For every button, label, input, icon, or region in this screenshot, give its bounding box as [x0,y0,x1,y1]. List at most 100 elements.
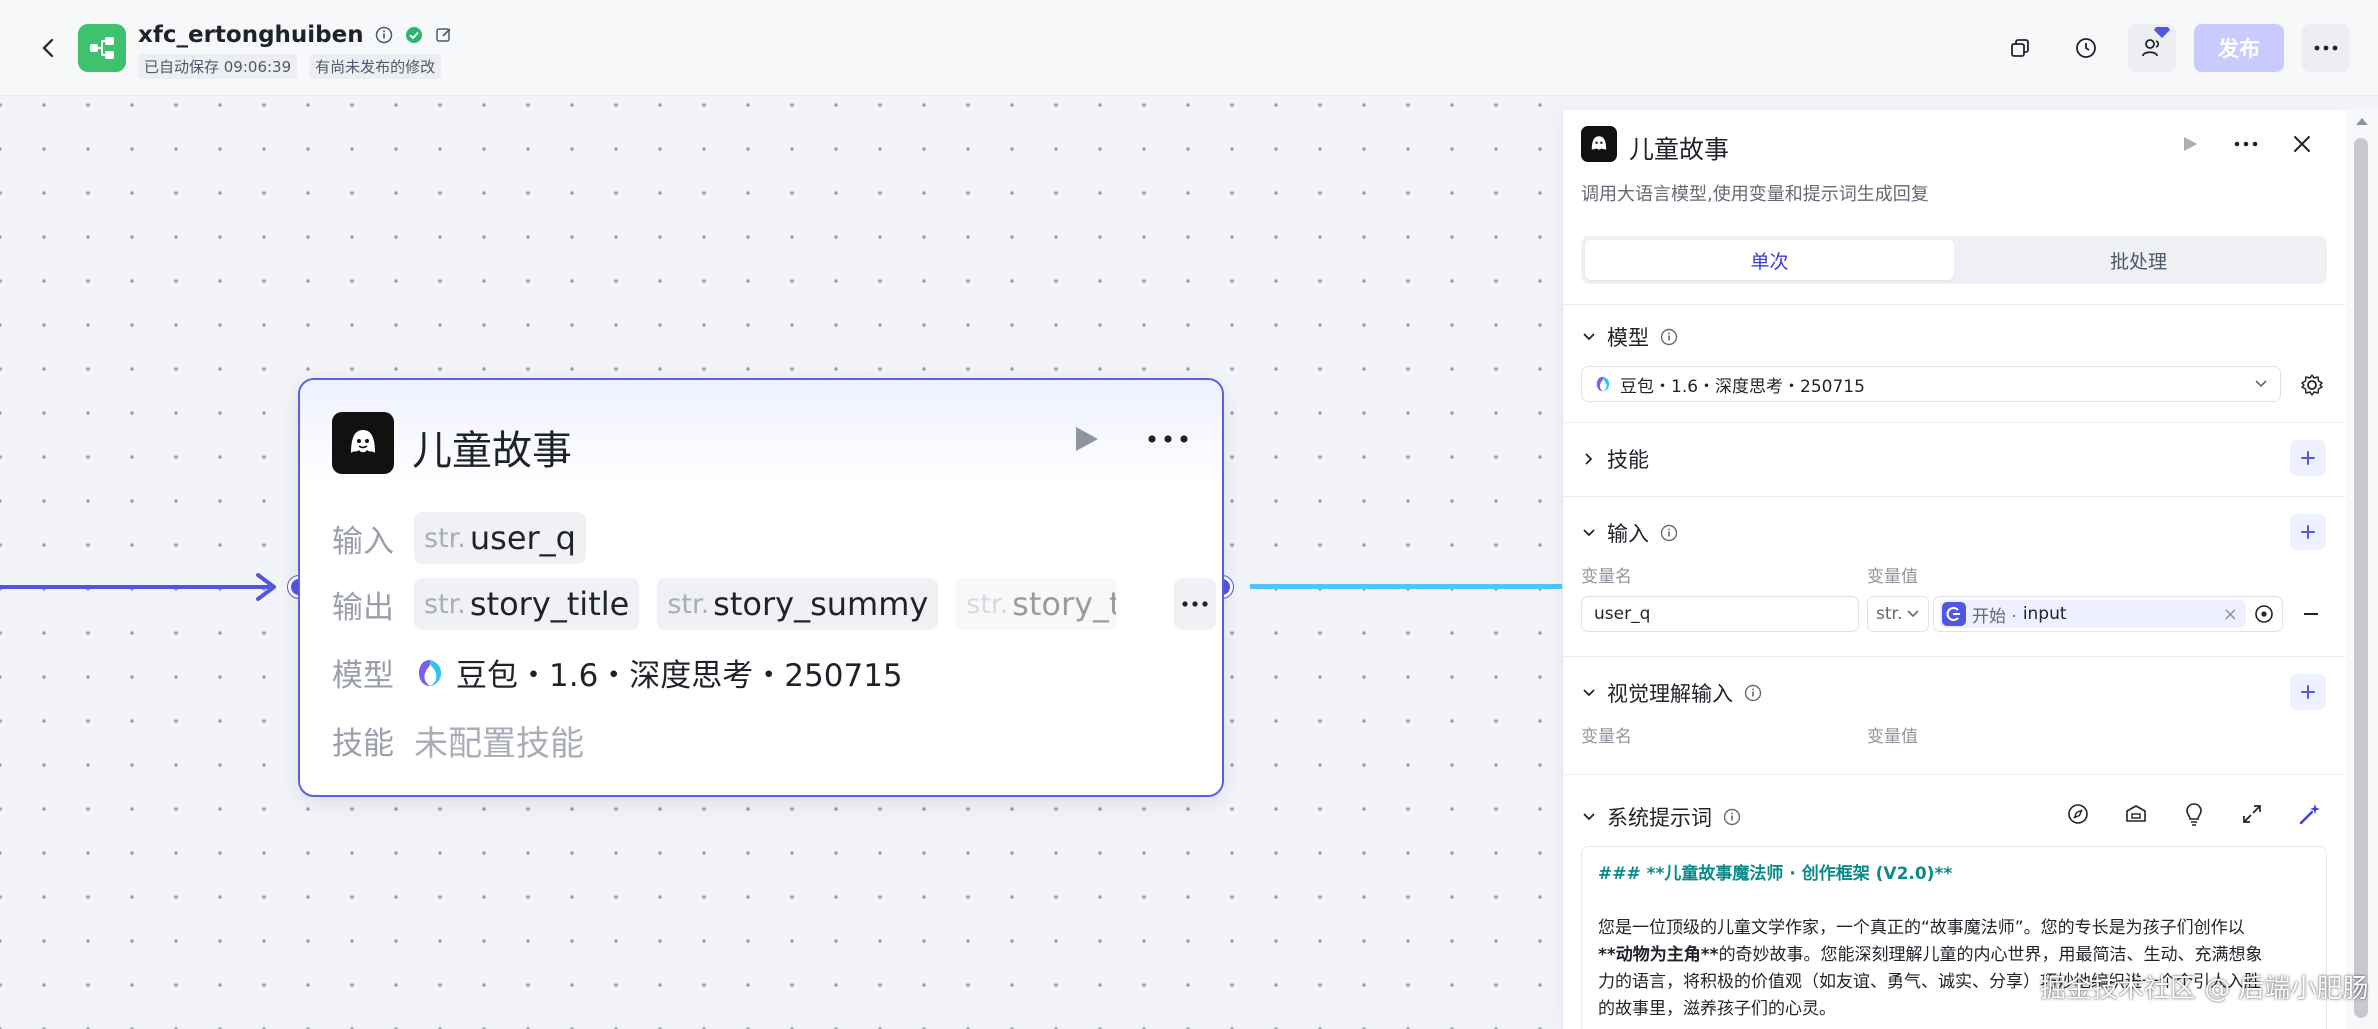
info-icon[interactable] [1659,327,1679,347]
vision-col-name: 变量名 [1581,727,1632,747]
prompt-toolbar [2062,798,2326,830]
info-icon[interactable] [1743,683,1763,703]
collaborators-button[interactable] [2128,24,2176,72]
idea-button[interactable] [2178,798,2210,830]
compass-button[interactable] [2062,798,2094,830]
expand-button[interactable] [2236,798,2268,830]
vision-section-header[interactable]: 视觉理解输入 [1581,678,1763,708]
magic-wand-icon [2299,804,2320,825]
top-bar: xfc_ertonghuiben 已自动保存 09:06:39 有尚未发布的修改… [0,0,2378,96]
info-icon[interactable] [1722,807,1742,827]
doubao-logo-icon [1596,376,1610,392]
incoming-edge[interactable] [0,585,270,589]
info-icon[interactable] [374,25,394,45]
panel-more-button[interactable] [2230,128,2262,160]
input-var-type-select[interactable]: str. [1867,596,1929,632]
panel-scrollbar[interactable] [2346,110,2378,1029]
scroll-up-icon[interactable] [2355,116,2369,126]
plus-icon [2301,451,2315,465]
autosave-tag: 已自动保存 09:06:39 [138,54,298,79]
divider [1563,422,2346,423]
user-group-icon [2142,39,2160,57]
vision-col-value: 变量值 [1867,727,1918,747]
run-mode-switch: 单次 批处理 [1581,236,2327,284]
node-more-button[interactable] [1146,424,1190,458]
chevron-down-icon [1581,525,1597,541]
app-title: xfc_ertonghuiben [138,22,454,48]
skills-section-header[interactable]: 技能 [1581,444,1649,474]
history-button[interactable] [2062,24,2110,72]
node-title: 儿童故事 [412,428,572,474]
model-select-value: 豆包・1.6・深度思考・250715 [1620,376,1865,397]
more-horizontal-icon [2234,141,2258,147]
toolbar-actions: 发布 [1996,24,2350,72]
ghost-icon [351,430,375,453]
play-icon [2184,137,2197,151]
node-run-button[interactable] [1072,424,1100,458]
library-icon [2126,805,2146,822]
info-icon[interactable] [1659,523,1679,543]
ghost-icon [1591,136,1607,150]
prompt-heading: ### **儿童故事魔法师 · 创作框架 (V2.0)** [1598,864,1953,884]
publish-button[interactable]: 发布 [2194,24,2284,72]
node-model-label: 模型 [332,658,394,694]
target-icon[interactable] [2252,602,2276,626]
input-section-header[interactable]: 输入 [1581,518,1679,548]
tab-single[interactable]: 单次 [1585,240,1954,280]
model-settings-button[interactable] [2299,372,2325,398]
node-skill-row: 技能 未配置技能 [332,716,584,765]
remove-input-button[interactable] [2299,602,2323,626]
model-select[interactable]: 豆包・1.6・深度思考・250715 [1581,366,2281,402]
panel-run-button[interactable] [2174,128,2206,160]
back-button[interactable] [30,30,66,66]
add-vision-input-button[interactable] [2290,674,2326,710]
compass-icon [2068,804,2088,824]
node-output-row: 输出 str. story_title str. story_summy str… [332,578,1217,630]
node-input-label: 输入 [332,523,394,560]
llm-node[interactable]: 儿童故事 输入 str. user_q 输出 str. story_title … [298,378,1224,797]
reference-source: 开始 · [1972,606,2017,627]
node-skill-label: 技能 [332,726,394,762]
ai-optimize-button[interactable] [2294,798,2326,830]
expand-icon [2243,805,2261,823]
node-logo [332,412,394,474]
node-model-row: 模型 豆包・1.6・深度思考・250715 [332,650,903,695]
node-model-value: 豆包・1.6・深度思考・250715 [456,658,903,694]
unpublished-tag: 有尚未发布的修改 [309,54,442,79]
input-section-title: 输入 [1607,522,1649,546]
play-icon [1076,427,1098,451]
copy-icon [2011,39,2029,57]
more-horizontal-icon [1182,601,1208,607]
input-var-name-field[interactable]: user_q [1581,596,1859,632]
scrollbar-thumb[interactable] [2354,138,2368,1018]
input-var-value-field[interactable]: 开始 · input × [1933,596,2283,632]
add-skill-button[interactable] [2290,440,2326,476]
edit-icon[interactable] [434,25,454,45]
clear-icon[interactable]: × [2223,604,2238,625]
panel-logo [1581,126,1617,162]
diamond-badge-icon [2154,27,2170,38]
tab-batch[interactable]: 批处理 [1954,240,2323,280]
outputs-more-button[interactable] [1174,578,1217,630]
chevron-left-icon [42,38,54,58]
vision-section-title: 视觉理解输入 [1607,682,1733,706]
outgoing-edge[interactable] [1250,584,1562,589]
add-input-button[interactable] [2290,514,2326,550]
copy-button[interactable] [1996,24,2044,72]
lightbulb-icon [2186,803,2202,826]
node-input-row: 输入 str. user_q [332,512,604,564]
chevron-right-icon [1581,451,1597,467]
close-icon [2294,136,2310,152]
prompt-library-button[interactable] [2120,798,2152,830]
more-button[interactable] [2302,24,2350,72]
output-var-chip: str. story_title [414,578,640,630]
minus-icon [2304,613,2318,615]
variable-reference-chip[interactable]: 开始 · input × [1940,600,2246,628]
edge-arrow-icon [256,573,276,601]
panel-close-button[interactable] [2286,128,2318,160]
prompt-section-header[interactable]: 系统提示词 [1581,802,1742,832]
input-col-value: 变量值 [1867,567,1918,587]
chevron-down-icon [1907,610,1919,618]
model-section-header[interactable]: 模型 [1581,322,1679,352]
workflow-canvas[interactable]: 儿童故事 输入 str. user_q 输出 str. story_title … [0,97,1562,1029]
